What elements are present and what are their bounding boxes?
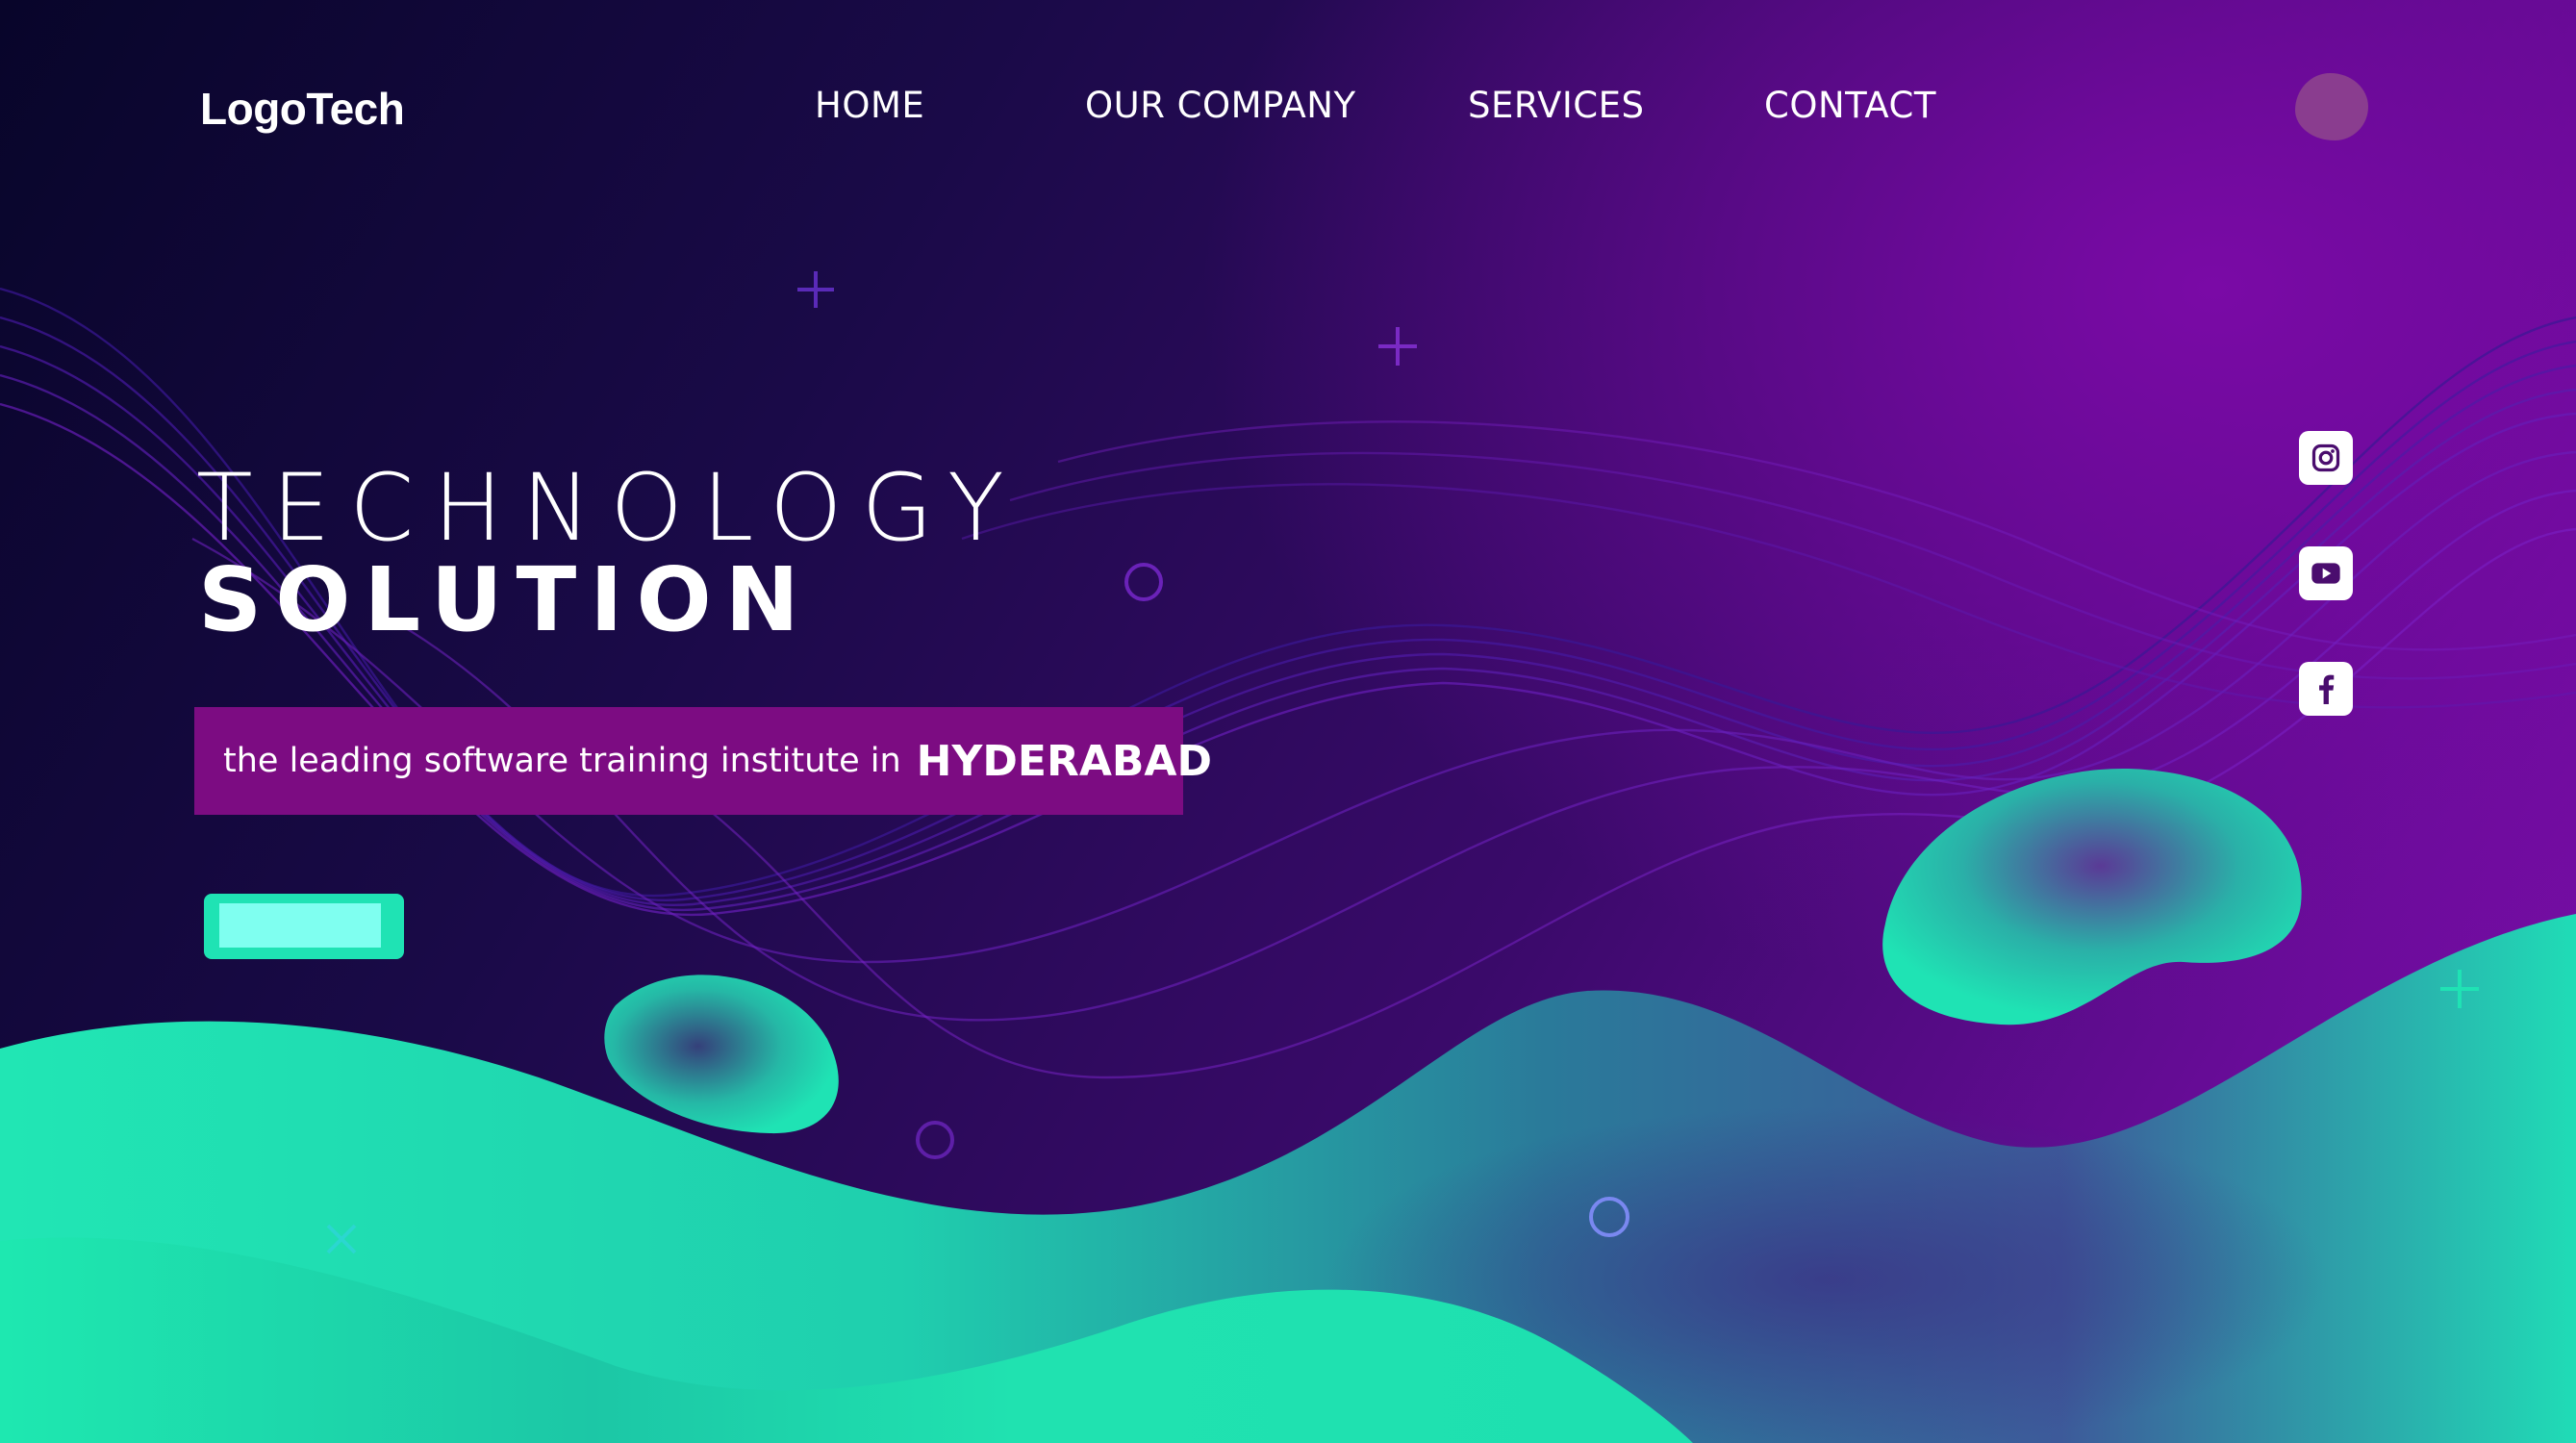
hero-title-line1: TECHNOLOGY [196,454,1023,562]
tagline-city: HYDERABAD [916,736,1212,786]
nav-services[interactable]: SERVICES [1468,85,1644,126]
cta-button[interactable] [204,894,404,959]
nav-our-company[interactable]: OUR COMPANY [1085,85,1356,126]
decor-plus-1 [797,271,834,308]
logo[interactable]: LogoTech [200,83,405,135]
small-blob [604,975,839,1134]
cta-button-label [219,903,381,948]
youtube-icon[interactable] [2299,546,2353,600]
nav-home[interactable]: HOME [815,85,924,126]
tagline-text: the leading software training institute … [223,742,901,780]
decor-circle-2 [916,1121,954,1159]
nav-contact[interactable]: CONTACT [1764,85,1936,126]
decor-circle-1 [1124,563,1163,601]
large-blob [1882,769,2302,1025]
decor-plus-2 [1378,327,1417,366]
menu-blob-button[interactable] [2295,73,2368,140]
instagram-icon[interactable] [2299,431,2353,485]
hero-title-line2: SOLUTION [198,548,813,651]
tagline-banner: the leading software training institute … [194,707,1212,815]
facebook-icon[interactable] [2299,662,2353,716]
landing-page: LogoTech HOME OUR COMPANY SERVICES CONTA… [0,0,2576,1443]
